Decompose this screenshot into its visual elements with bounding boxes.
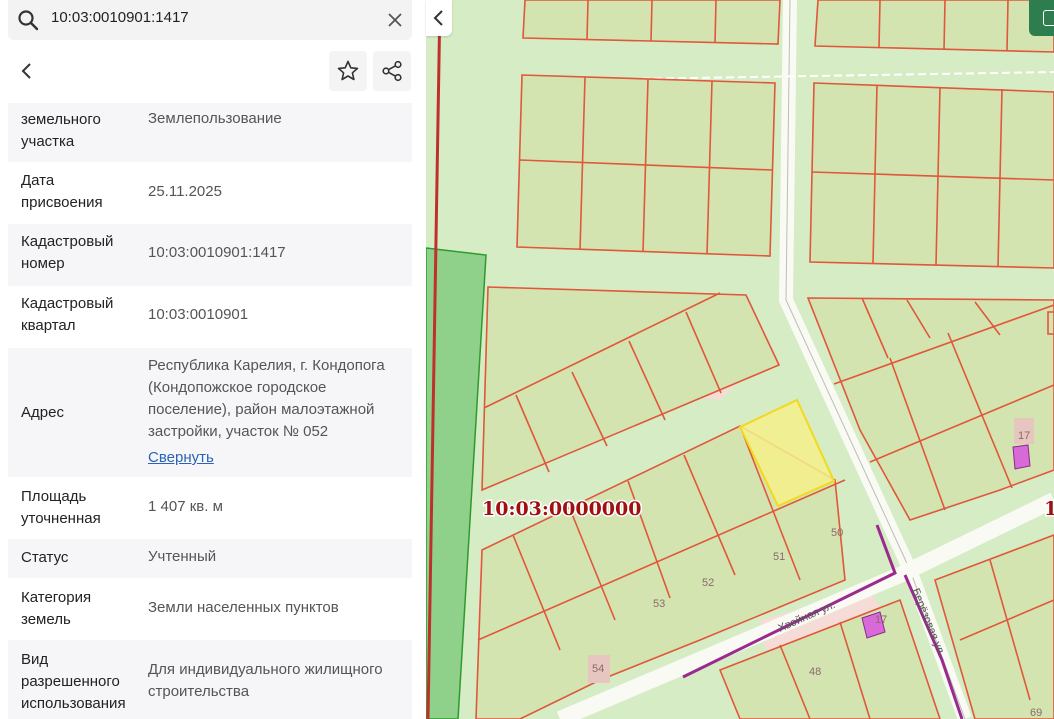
info-value: 10:03:0010901 — [148, 306, 249, 323]
close-icon[interactable] — [384, 9, 406, 31]
info-label: земельного участка — [21, 111, 101, 150]
info-label: Статус — [21, 549, 69, 566]
search-input[interactable]: 10:03:0010901:1417 — [51, 9, 189, 26]
info-value: Учтенный — [148, 548, 217, 565]
back-button[interactable] — [8, 51, 46, 91]
collapse-address-link[interactable]: Свернуть — [148, 447, 214, 469]
info-row-cadastral-quarter: Кадастровый квартал 10:03:0010901 — [8, 286, 412, 348]
quarter-label: 10:03:0000000 — [482, 498, 641, 520]
parcel-number: 17 — [1018, 430, 1030, 442]
share-icon — [382, 60, 402, 82]
info-row-address: Адрес Республика Карелия, г. Кондопога (… — [8, 348, 412, 477]
info-row-status: Статус Учтенный — [8, 539, 412, 578]
info-value: 25.11.2025 — [148, 183, 222, 200]
info-row-assign-date: Дата присвоения 25.11.2025 — [8, 162, 412, 224]
share-button[interactable] — [373, 51, 411, 91]
info-label: Вид разрешенного использования — [21, 651, 126, 712]
info-label: Кадастровый квартал — [21, 295, 114, 334]
search-bar[interactable]: 10:03:0010901:1417 — [8, 0, 412, 40]
map-canvas[interactable]: 10:03:0000000 1 50 51 52 53 54 48 17 17 … — [426, 0, 1054, 719]
parcel-number: 50 — [831, 527, 843, 539]
parcel-number: 53 — [653, 598, 665, 610]
card-toolbar — [8, 51, 412, 93]
parcel-grid — [475, 0, 1054, 719]
search-icon — [18, 10, 39, 31]
info-value: 1 407 кв. м — [148, 498, 223, 515]
info-value: 10:03:0010901:1417 — [148, 244, 286, 261]
chevron-left-icon — [21, 63, 31, 79]
info-label: Адрес — [21, 404, 64, 421]
info-value: Землепользование — [148, 110, 282, 127]
info-value: Земли населенных пунктов — [148, 599, 339, 616]
square-icon — [1043, 10, 1054, 26]
parcel-number: 51 — [773, 551, 785, 563]
info-label: Дата присвоения — [21, 172, 103, 211]
info-panel: 10:03:0010901:1417 земельного участка Зе… — [0, 0, 420, 719]
info-row-cadastral-number: Кадастровый номер 10:03:0010901:1417 — [8, 224, 412, 286]
parcel-number: 48 — [809, 666, 821, 678]
favorite-button[interactable] — [329, 51, 367, 91]
chevron-left-icon — [433, 10, 443, 26]
info-value: Для индивидуального жилищного строительс… — [148, 661, 383, 700]
info-row-parcel-type: земельного участка Землепользование — [8, 103, 412, 162]
collapse-panel-button[interactable] — [426, 0, 452, 36]
quarter-label-edge: 1 — [1044, 498, 1054, 520]
parcel-number: 69 — [1030, 707, 1042, 719]
info-row-permitted-use: Вид разрешенного использования Для индив… — [8, 640, 412, 719]
parcel-number: 54 — [592, 663, 604, 675]
building — [1012, 444, 1031, 470]
info-row-area: Площадь уточненная 1 407 кв. м — [8, 477, 412, 539]
info-label: Площадь уточненная — [21, 488, 101, 527]
parcel-number: 52 — [702, 577, 714, 589]
cadastral-map[interactable]: 10:03:0000000 1 50 51 52 53 54 48 17 17 … — [426, 0, 1054, 719]
star-icon — [337, 60, 359, 81]
info-value: Республика Карелия, г. Кондопога (Кондоп… — [148, 357, 385, 440]
layers-button[interactable] — [1029, 0, 1054, 36]
info-label: Категория земель — [21, 589, 92, 628]
parcel-number: 17 — [875, 614, 887, 626]
info-label: Кадастровый номер — [21, 233, 114, 272]
info-row-land-category: Категория земель Земли населенных пункто… — [8, 578, 412, 640]
info-list: земельного участка Землепользование Дата… — [8, 103, 412, 719]
